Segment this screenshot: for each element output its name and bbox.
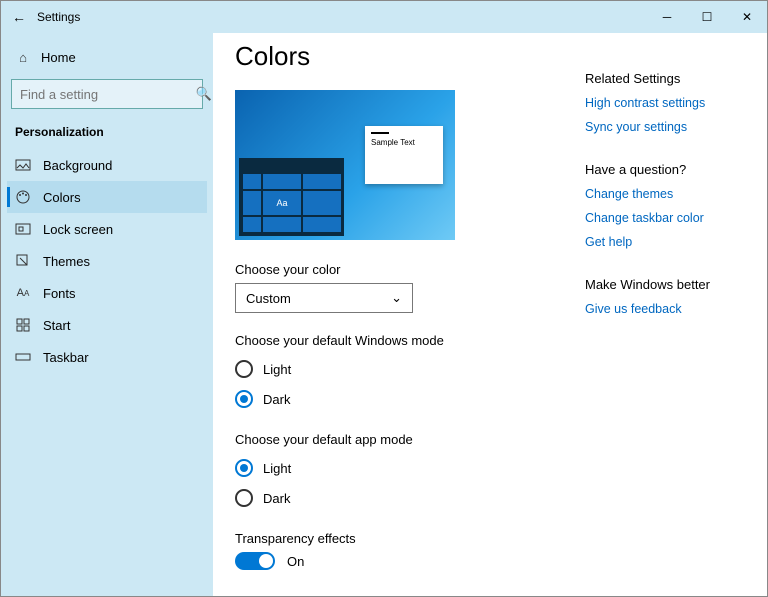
fonts-icon: AA (15, 285, 31, 301)
sidebar-item-fonts[interactable]: AA Fonts (7, 277, 207, 309)
link-sync-settings[interactable]: Sync your settings (585, 120, 745, 134)
accent-heading: Choose your accent color (235, 594, 565, 596)
search-box[interactable]: 🔍 (11, 79, 203, 109)
preview-sample-window: Sample Text (365, 126, 443, 184)
sidebar-item-label: Taskbar (43, 350, 89, 365)
radio-icon (235, 390, 253, 408)
windows-mode-group: Light Dark (235, 354, 565, 414)
start-icon (15, 317, 31, 333)
minimize-button[interactable]: ─ (647, 10, 687, 24)
link-get-help[interactable]: Get help (585, 235, 745, 249)
titlebar: ← Settings ─ ☐ ✕ (1, 1, 767, 33)
windows-mode-dark[interactable]: Dark (235, 384, 565, 414)
close-button[interactable]: ✕ (727, 10, 767, 24)
home-link[interactable]: ⌂ Home (7, 43, 207, 71)
settings-window: ← Settings ─ ☐ ✕ ⌂ Home 🔍 Personalizatio… (1, 1, 767, 596)
transparency-toggle[interactable] (235, 552, 275, 570)
sidebar-item-label: Fonts (43, 286, 76, 301)
taskbar-icon (15, 349, 31, 365)
preview-start-menu: Aa (243, 174, 341, 232)
sidebar: ⌂ Home 🔍 Personalization Background Colo… (1, 33, 213, 596)
back-button[interactable]: ← (1, 9, 37, 25)
app-mode-group: Light Dark (235, 453, 565, 513)
sidebar-item-label: Lock screen (43, 222, 113, 237)
sidebar-item-label: Colors (43, 190, 81, 205)
radio-label: Light (263, 461, 291, 476)
windows-mode-light[interactable]: Light (235, 354, 565, 384)
lock-screen-icon (15, 221, 31, 237)
sidebar-item-lock-screen[interactable]: Lock screen (7, 213, 207, 245)
question-heading: Have a question? (585, 162, 745, 177)
windows-mode-label: Choose your default Windows mode (235, 333, 565, 348)
app-mode-light[interactable]: Light (235, 453, 565, 483)
search-input[interactable] (20, 87, 196, 102)
color-preview: Aa Sample Text (235, 90, 455, 240)
preview-aa: Aa (263, 191, 301, 216)
sidebar-item-label: Start (43, 318, 70, 333)
sidebar-item-start[interactable]: Start (7, 309, 207, 341)
link-change-taskbar-color[interactable]: Change taskbar color (585, 211, 745, 225)
sidebar-item-colors[interactable]: Colors (7, 181, 207, 213)
chevron-down-icon: ⌄ (391, 290, 402, 306)
section-label: Personalization (7, 123, 207, 149)
link-high-contrast[interactable]: High contrast settings (585, 96, 745, 110)
sidebar-item-background[interactable]: Background (7, 149, 207, 181)
palette-icon (15, 189, 31, 205)
picture-icon (15, 157, 31, 173)
transparency-state: On (287, 554, 304, 569)
app-mode-label: Choose your default app mode (235, 432, 565, 447)
radio-label: Dark (263, 491, 290, 506)
themes-icon (15, 253, 31, 269)
radio-icon (235, 360, 253, 378)
maximize-button[interactable]: ☐ (687, 10, 727, 24)
choose-color-label: Choose your color (235, 262, 565, 277)
search-icon: 🔍 (196, 86, 212, 102)
window-title: Settings (37, 10, 80, 24)
sidebar-item-label: Background (43, 158, 112, 173)
sidebar-item-taskbar[interactable]: Taskbar (7, 341, 207, 373)
radio-icon (235, 459, 253, 477)
related-settings-heading: Related Settings (585, 71, 745, 86)
home-label: Home (41, 50, 76, 65)
app-mode-dark[interactable]: Dark (235, 483, 565, 513)
sidebar-item-label: Themes (43, 254, 90, 269)
link-give-feedback[interactable]: Give us feedback (585, 302, 745, 316)
color-mode-select[interactable]: Custom ⌄ (235, 283, 413, 313)
sidebar-item-themes[interactable]: Themes (7, 245, 207, 277)
right-panel: Related Settings High contrast settings … (565, 41, 745, 576)
transparency-label: Transparency effects (235, 531, 565, 546)
home-icon: ⌂ (15, 49, 31, 65)
radio-label: Dark (263, 392, 290, 407)
radio-label: Light (263, 362, 291, 377)
better-heading: Make Windows better (585, 277, 745, 292)
radio-icon (235, 489, 253, 507)
main-content: Colors Aa Sample Text Choose your color (235, 41, 565, 576)
page-title: Colors (235, 41, 565, 72)
color-mode-value: Custom (246, 291, 291, 306)
link-change-themes[interactable]: Change themes (585, 187, 745, 201)
preview-sample-text: Sample Text (371, 138, 415, 147)
